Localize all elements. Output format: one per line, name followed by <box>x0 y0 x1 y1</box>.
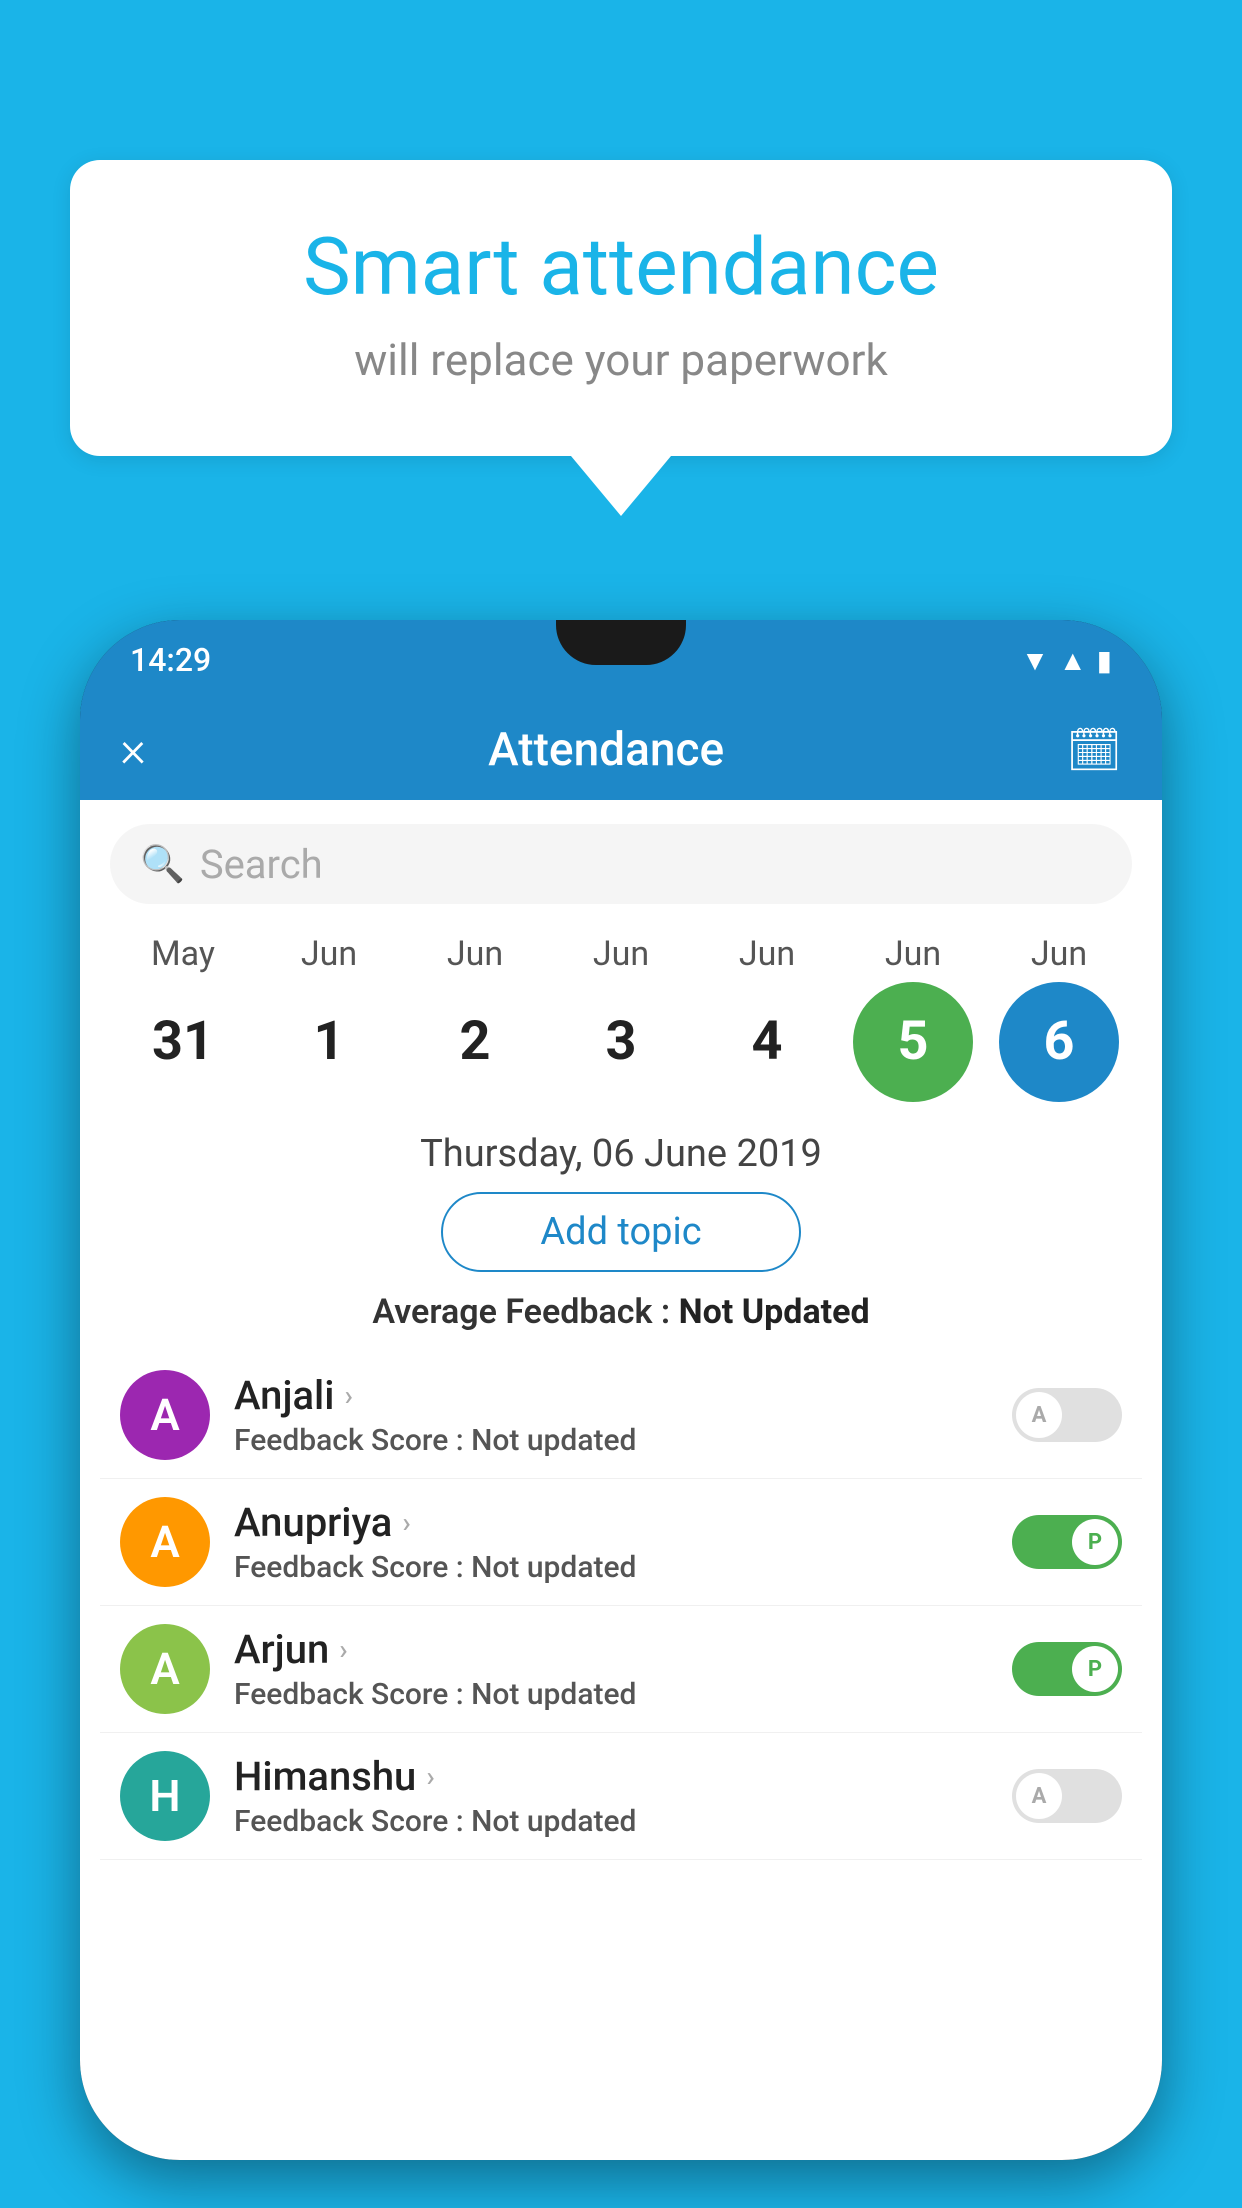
student-list: A Anjali › Feedback Score : Not updated … <box>80 1352 1162 1860</box>
month-0[interactable]: May <box>123 934 243 974</box>
day-2[interactable]: 2 <box>415 982 535 1102</box>
status-icons: ▼ ▲ ▮ <box>1021 644 1112 677</box>
toggle-knob-0: A <box>1016 1392 1062 1438</box>
student-feedback-2: Feedback Score : Not updated <box>234 1677 988 1712</box>
month-6[interactable]: Jun <box>999 934 1119 974</box>
notch <box>556 620 686 665</box>
student-feedback-1: Feedback Score : Not updated <box>234 1550 988 1585</box>
student-avatar-2: A <box>120 1624 210 1714</box>
day-today[interactable]: 5 <box>853 982 973 1102</box>
student-item-1[interactable]: A Anupriya › Feedback Score : Not update… <box>100 1479 1142 1606</box>
student-info-1: Anupriya › Feedback Score : Not updated <box>234 1499 988 1585</box>
toggle-knob-3: A <box>1016 1773 1062 1819</box>
app-header: × Attendance 🗓 <box>80 700 1162 800</box>
toggle-knob-2: P <box>1072 1646 1118 1692</box>
attendance-toggle-1[interactable]: P <box>1012 1515 1122 1569</box>
month-5[interactable]: Jun <box>853 934 973 974</box>
student-info-0: Anjali › Feedback Score : Not updated <box>234 1372 988 1458</box>
student-avatar-1: A <box>120 1497 210 1587</box>
signal-icon: ▲ <box>1059 644 1087 677</box>
student-arrow-3: › <box>426 1760 434 1793</box>
speech-bubble-subtitle: will replace your paperwork <box>150 334 1092 386</box>
student-item-3[interactable]: H Himanshu › Feedback Score : Not update… <box>100 1733 1142 1860</box>
student-feedback-3: Feedback Score : Not updated <box>234 1804 988 1839</box>
student-name-3: Himanshu › <box>234 1753 988 1800</box>
close-button[interactable]: × <box>120 721 146 779</box>
day-3[interactable]: 3 <box>561 982 681 1102</box>
battery-icon: ▮ <box>1097 644 1112 677</box>
calendar-strip: May Jun Jun Jun Jun Jun Jun 31 1 2 3 4 5… <box>80 914 1162 1112</box>
day-4[interactable]: 4 <box>707 982 827 1102</box>
day-1[interactable]: 1 <box>269 982 389 1102</box>
student-arrow-2: › <box>339 1633 347 1666</box>
add-topic-button[interactable]: Add topic <box>441 1192 801 1272</box>
student-name-2: Arjun › <box>234 1626 988 1673</box>
attendance-toggle-2[interactable]: P <box>1012 1642 1122 1696</box>
student-avatar-3: H <box>120 1751 210 1841</box>
search-bar[interactable]: 🔍 Search <box>110 824 1132 904</box>
avg-feedback-label: Average Feedback : <box>372 1292 670 1332</box>
status-time: 14:29 <box>130 641 211 679</box>
speech-bubble: Smart attendance will replace your paper… <box>70 160 1172 456</box>
student-item-2[interactable]: A Arjun › Feedback Score : Not updated P <box>100 1606 1142 1733</box>
student-name-0: Anjali › <box>234 1372 988 1419</box>
month-2[interactable]: Jun <box>415 934 535 974</box>
selected-date: Thursday, 06 June 2019 <box>80 1132 1162 1176</box>
student-item-0[interactable]: A Anjali › Feedback Score : Not updated … <box>100 1352 1142 1479</box>
student-avatar-0: A <box>120 1370 210 1460</box>
speech-bubble-arrow <box>571 456 671 516</box>
student-info-3: Himanshu › Feedback Score : Not updated <box>234 1753 988 1839</box>
toggle-knob-1: P <box>1072 1519 1118 1565</box>
calendar-days: 31 1 2 3 4 5 6 <box>100 982 1142 1102</box>
calendar-icon[interactable]: 🗓 <box>1066 724 1122 776</box>
student-arrow-1: › <box>402 1506 410 1539</box>
search-icon: 🔍 <box>140 843 185 885</box>
phone-frame: 14:29 ▼ ▲ ▮ × Attendance 🗓 🔍 Search May … <box>80 620 1162 2160</box>
speech-bubble-container: Smart attendance will replace your paper… <box>70 160 1172 516</box>
app-content: 🔍 Search May Jun Jun Jun Jun Jun Jun 31 … <box>80 800 1162 2160</box>
month-1[interactable]: Jun <box>269 934 389 974</box>
avg-feedback-value: Not Updated <box>679 1292 870 1332</box>
month-3[interactable]: Jun <box>561 934 681 974</box>
month-4[interactable]: Jun <box>707 934 827 974</box>
attendance-toggle-0[interactable]: A <box>1012 1388 1122 1442</box>
status-bar: 14:29 ▼ ▲ ▮ <box>80 620 1162 700</box>
attendance-toggle-3[interactable]: A <box>1012 1769 1122 1823</box>
student-feedback-0: Feedback Score : Not updated <box>234 1423 988 1458</box>
student-info-2: Arjun › Feedback Score : Not updated <box>234 1626 988 1712</box>
day-selected[interactable]: 6 <box>999 982 1119 1102</box>
avg-feedback: Average Feedback : Not Updated <box>80 1292 1162 1332</box>
student-name-1: Anupriya › <box>234 1499 988 1546</box>
header-title: Attendance <box>488 723 724 777</box>
search-placeholder: Search <box>200 841 323 888</box>
calendar-months: May Jun Jun Jun Jun Jun Jun <box>100 934 1142 974</box>
wifi-icon: ▼ <box>1021 644 1049 677</box>
day-0[interactable]: 31 <box>123 982 243 1102</box>
speech-bubble-title: Smart attendance <box>150 220 1092 314</box>
student-arrow-0: › <box>344 1379 352 1412</box>
